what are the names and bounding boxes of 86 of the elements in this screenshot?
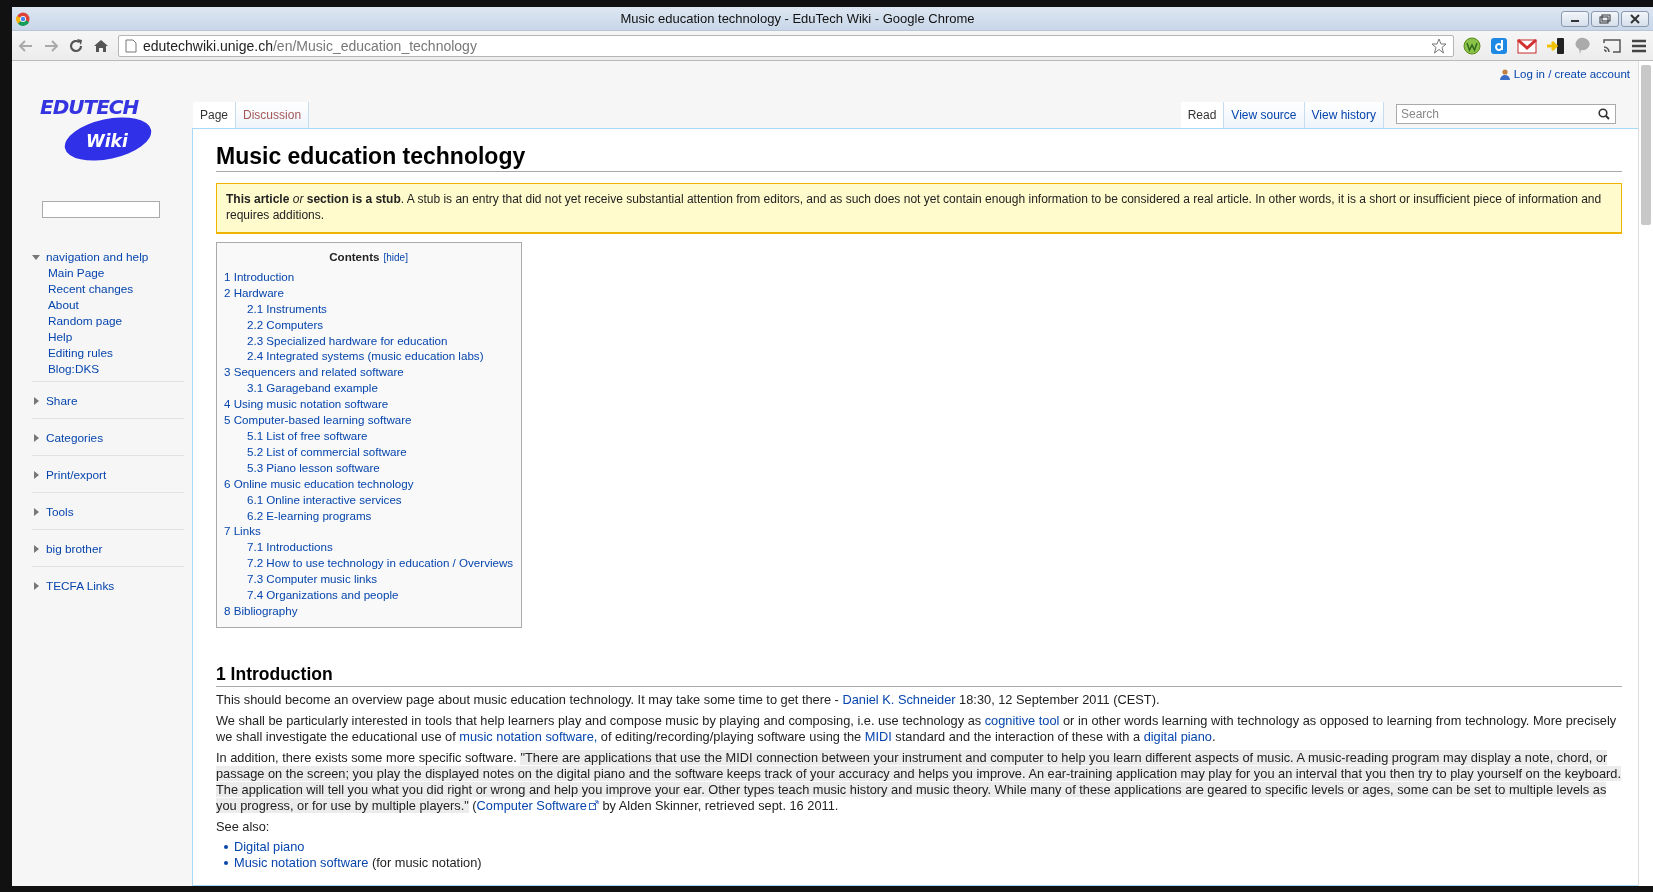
reload-icon[interactable] bbox=[68, 37, 84, 54]
toc-link[interactable]: 8 Bibliography bbox=[224, 602, 514, 619]
portal-heading[interactable]: TECFA Links bbox=[46, 578, 115, 593]
extension-icon[interactable] bbox=[1546, 36, 1566, 55]
view-tab[interactable]: View history bbox=[1304, 102, 1384, 128]
menu-icon[interactable] bbox=[1631, 37, 1647, 54]
section-heading: 1 Introduction bbox=[216, 663, 1622, 687]
home-icon[interactable] bbox=[93, 37, 109, 54]
external-link[interactable]: Computer Software bbox=[476, 797, 587, 813]
toc-link[interactable]: 2.3 Specialized hardware for education bbox=[224, 332, 514, 349]
toc-link[interactable]: 6 Online music education technology bbox=[224, 475, 514, 492]
view-tab[interactable]: Read bbox=[1180, 102, 1225, 128]
inline-link[interactable]: Daniel K. Schneider bbox=[842, 691, 956, 707]
inline-link[interactable]: Music notation software bbox=[234, 854, 369, 870]
toc-link[interactable]: 5.3 Piano lesson software bbox=[224, 459, 514, 476]
paragraph: See also: bbox=[216, 818, 271, 835]
close-icon[interactable] bbox=[1621, 10, 1649, 27]
extension-icon[interactable] bbox=[1463, 36, 1481, 55]
sidebar-search-field[interactable] bbox=[42, 201, 160, 218]
toc-link[interactable]: 7.3 Computer music links bbox=[224, 571, 514, 588]
cast-icon[interactable] bbox=[1602, 37, 1622, 54]
inline-link[interactable]: Digital piano bbox=[234, 838, 305, 855]
toc-link[interactable]: 2.4 Integrated systems (music education labs) bbox=[224, 348, 514, 365]
page-icon bbox=[125, 38, 137, 53]
paragraph: We shall be particularly interested in tools that help learners play and compose music by playing and composing, i.e. use technology as cognitive tool or in other words learning with technology as opposed to learning from technology. More precisely we shall investigate the educational use of music notation software, of editing/recording/playing software using the MIDI standard and the interaction of these with a digital piano. bbox=[216, 712, 1618, 745]
search-icon[interactable] bbox=[1598, 108, 1610, 120]
toc-link[interactable]: 2 Hardware bbox=[224, 284, 514, 301]
bullet-icon bbox=[224, 844, 228, 849]
toc-link[interactable]: 5.2 List of commercial software bbox=[224, 443, 514, 460]
external-link-icon bbox=[588, 799, 599, 810]
login-link[interactable]: Log in / create account bbox=[1513, 68, 1630, 80]
toc-link[interactable]: 4 Using music notation software bbox=[224, 396, 514, 413]
toc-link[interactable]: 6.2 E-learning programs bbox=[224, 507, 514, 524]
toc-link[interactable]: 3 Sequencers and related software bbox=[224, 364, 514, 381]
portal-heading[interactable]: Categories bbox=[46, 430, 104, 445]
search-field[interactable]: Search bbox=[1396, 104, 1616, 124]
bullet-icon bbox=[224, 860, 228, 865]
stub-notice: This article or section is a stub. A stub is an entry that did not yet receive substantial attention from editors, and as such does not yet contain enough information to be considered a real article. In other words, it is a short or insufficient piece of information and requires additions. bbox=[216, 183, 1622, 234]
portal-heading[interactable]: Share bbox=[46, 393, 78, 408]
toc-link[interactable]: 6.1 Online interactive services bbox=[224, 491, 514, 508]
toc-link[interactable]: 3.1 Garageband example bbox=[224, 380, 514, 397]
inline-link[interactable]: cognitive tool bbox=[984, 712, 1060, 728]
toc-link[interactable]: 2.2 Computers bbox=[224, 316, 514, 333]
list-item-text: Music notation software (for music notation) bbox=[234, 854, 482, 871]
portal-heading[interactable]: Print/export bbox=[46, 467, 107, 482]
sidebar-link[interactable]: Blog:DKS bbox=[48, 361, 184, 377]
toc-link[interactable]: 2.1 Instruments bbox=[224, 300, 514, 317]
sidebar-link[interactable]: Help bbox=[48, 329, 184, 345]
portal-heading[interactable]: big brother bbox=[46, 541, 103, 556]
toc-link[interactable]: 5 Computer-based learning software bbox=[224, 412, 514, 428]
star-icon[interactable] bbox=[1431, 37, 1447, 54]
toc-link[interactable]: 1 Introduction bbox=[224, 268, 514, 285]
view-tab[interactable]: View source bbox=[1224, 102, 1305, 128]
page-tab[interactable]: Discussion bbox=[236, 102, 310, 128]
page-title: Music education technology bbox=[216, 143, 1622, 172]
portal-heading[interactable]: Tools bbox=[46, 504, 74, 519]
chrome-logo-icon bbox=[16, 11, 30, 26]
mail-icon[interactable] bbox=[1517, 37, 1537, 54]
sidebar-link[interactable]: Editing rules bbox=[48, 345, 184, 361]
url-path: /en/Music_education_technology bbox=[273, 37, 477, 54]
toc-link[interactable]: 7 Links bbox=[224, 523, 514, 540]
sidebar-link[interactable]: Random page bbox=[48, 313, 184, 329]
window-title: Music education technology - EduTech Wiki - Google Chrome bbox=[619, 11, 976, 26]
sidebar-link[interactable]: Main Page bbox=[48, 265, 184, 281]
paragraph: In addition, there exists some more specific software. "There are applications that use the MIDI connection between your instrument and computer to help you learn different aspects of music. A music-reading program may display a note, chord, or passage on the screen; you play the displayed notes on the digital piano and the software keeps track of your accuracy and helps you improve. An ear-training application may play for you an interval that you then try to play yourself on the keyboard. The application will tell you what you did right or wrong and help you improve your ear. Other types teach music history and music theory. While many of these applications are geared to specific levels or ages, some can be set to multiple levels as you progress, or for use by multiple players." (Computer Software by Alden Skinner, retrieved sept. 16 2011. bbox=[216, 749, 1622, 814]
portal-heading[interactable]: navigation and help bbox=[46, 249, 149, 264]
scrollbar[interactable] bbox=[1638, 61, 1653, 886]
minimize-icon[interactable] bbox=[1561, 10, 1589, 27]
paragraph: This should become an overview page about music education technology. It may take some time to get there - Daniel K. Schneider 18:30, 12 September 2011 (CEST). bbox=[216, 691, 1161, 708]
page-tab[interactable]: Page bbox=[193, 102, 237, 128]
sidebar-link[interactable]: Recent changes bbox=[48, 281, 184, 297]
inline-link[interactable]: digital piano bbox=[1143, 728, 1212, 744]
toc-toggle-link[interactable]: [hide] bbox=[383, 250, 408, 266]
toc-link[interactable]: 5.1 List of free software bbox=[224, 427, 514, 444]
address-bar[interactable]: edutechwiki.unige.ch/en/Music_education_technology bbox=[118, 34, 1454, 57]
toc-link[interactable]: 7.2 How to use technology in education / Overviews bbox=[224, 555, 514, 572]
sidebar-link[interactable]: About bbox=[48, 297, 184, 313]
logo-text[interactable]: EDUTECH bbox=[40, 95, 139, 119]
inline-link[interactable]: MIDI bbox=[864, 728, 892, 744]
toc-link[interactable]: 7.4 Organizations and people bbox=[224, 587, 514, 603]
inline-link[interactable]: music notation software, bbox=[459, 728, 598, 744]
user-icon bbox=[1499, 68, 1510, 80]
toc-link[interactable]: 7.1 Introductions bbox=[224, 539, 514, 556]
url-host: edutechwiki.unige.ch bbox=[143, 37, 273, 54]
restore-icon[interactable] bbox=[1591, 10, 1619, 27]
toc-title: Contents bbox=[329, 250, 380, 263]
